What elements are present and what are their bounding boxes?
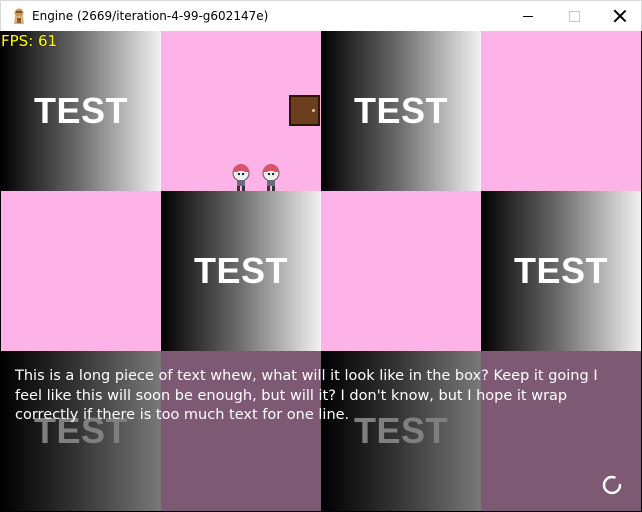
- tile: [321, 191, 481, 351]
- fps-counter: FPS: 61: [1, 32, 58, 50]
- game-viewport[interactable]: TEST TEST TEST TEST TEST TEST This is a …: [1, 31, 641, 511]
- title-bar[interactable]: Engine (2669/iteration-4-99-g602147e): [0, 0, 642, 31]
- loading-spinner-icon: [602, 475, 622, 495]
- minimize-icon: [523, 15, 533, 17]
- tile: TEST: [481, 191, 641, 351]
- tile-label: TEST: [513, 250, 608, 291]
- character-sprite-icon[interactable]: [259, 164, 283, 192]
- tile: [481, 31, 641, 191]
- dialog-box[interactable]: This is a long piece of text whew, what …: [1, 351, 641, 511]
- door-icon[interactable]: [289, 95, 320, 126]
- close-button[interactable]: [597, 1, 642, 31]
- character-sprite-icon[interactable]: [229, 164, 253, 192]
- door-knob: [312, 109, 315, 112]
- maximize-icon: [568, 10, 580, 22]
- minimize-button[interactable]: [505, 1, 551, 31]
- tile: TEST: [321, 31, 481, 191]
- tile-label: TEST: [33, 90, 128, 131]
- tile: TEST: [1, 31, 161, 191]
- tile: [1, 191, 161, 351]
- tile-label: TEST: [353, 90, 448, 131]
- tile: TEST: [161, 191, 321, 351]
- dialog-text: This is a long piece of text whew, what …: [15, 368, 598, 423]
- window-title: Engine (2669/iteration-4-99-g602147e): [32, 9, 269, 23]
- close-icon: [614, 10, 626, 22]
- tile-label: TEST: [193, 250, 288, 291]
- maximize-button[interactable]: [551, 1, 597, 31]
- engine-app-icon: [14, 8, 24, 24]
